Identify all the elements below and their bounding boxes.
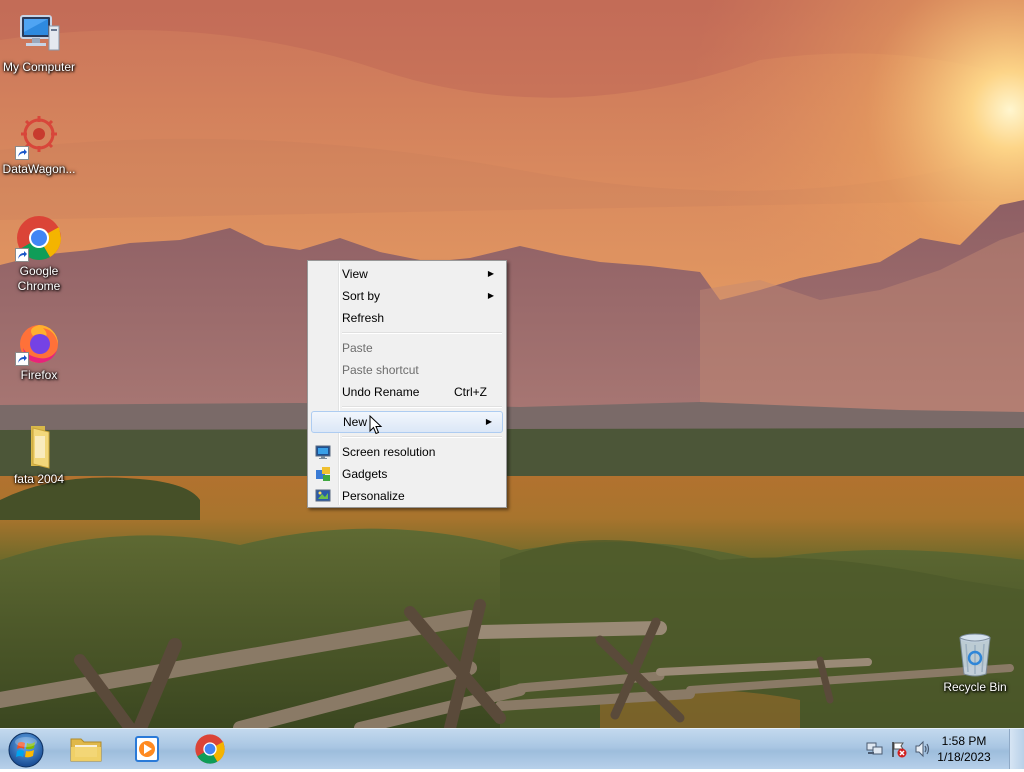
clock-date: 1/18/2023 — [937, 750, 991, 764]
taskbar-media-player-button[interactable] — [122, 730, 174, 768]
menu-separator — [342, 436, 502, 438]
desktop-icon-label: Recycle Bin — [943, 680, 1007, 694]
file-explorer-icon — [70, 738, 102, 762]
menu-item-refresh[interactable]: Refresh — [310, 307, 504, 329]
network-icon[interactable] — [866, 740, 884, 758]
action-center-flag-icon[interactable] — [890, 740, 908, 758]
taskbar: 1:58 PM 1/18/2023 — [0, 728, 1024, 769]
menu-item-undo-rename[interactable]: Undo Rename Ctrl+Z — [310, 381, 504, 403]
menu-item-label: Sort by — [342, 289, 381, 303]
menu-item-label: Personalize — [342, 489, 405, 503]
show-desktop-button[interactable] — [1009, 729, 1024, 769]
screen-resolution-icon — [315, 445, 331, 459]
recycle-bin-icon — [951, 630, 999, 678]
start-button[interactable] — [7, 731, 45, 769]
taskbar-chrome-button[interactable] — [184, 730, 236, 768]
menu-item-personalize[interactable]: Personalize — [310, 485, 504, 507]
menu-item-new[interactable]: New ▶ — [311, 411, 503, 435]
desktop-icon-label: Google Chrome — [17, 264, 61, 293]
menu-item-paste-shortcut: Paste shortcut — [310, 359, 504, 381]
menu-separator — [342, 332, 502, 334]
desktop-context-menu: View ▶ Sort by ▶ Refresh Paste Paste sho… — [307, 260, 507, 508]
menu-item-label: Undo Rename — [342, 385, 420, 399]
menu-item-shortcut: Ctrl+Z — [454, 385, 487, 399]
menu-item-paste: Paste — [310, 337, 504, 359]
desktop-icon-my-computer[interactable]: My Computer — [0, 10, 78, 75]
firefox-icon — [15, 318, 63, 366]
submenu-arrow-icon: ▶ — [487, 291, 494, 300]
chrome-icon — [195, 734, 225, 764]
desktop-icon-folder[interactable]: fata 2004 — [0, 422, 78, 487]
menu-item-label: New — [343, 415, 368, 429]
personalize-icon — [315, 489, 331, 502]
shortcut-arrow-icon — [15, 352, 29, 366]
shortcut-arrow-icon — [15, 248, 29, 262]
menu-item-label: Refresh — [342, 311, 385, 325]
shortcut-arrow-icon — [15, 146, 29, 160]
desktop-icon-recycle-bin[interactable]: Recycle Bin — [936, 630, 1014, 695]
menu-item-label: View — [342, 267, 368, 281]
menu-item-gadgets[interactable]: Gadgets — [310, 463, 504, 485]
gadgets-icon — [316, 467, 330, 481]
desktop-wallpaper — [0, 0, 1024, 728]
clock-time: 1:58 PM — [941, 734, 987, 748]
chrome-icon — [15, 214, 63, 262]
submenu-arrow-icon: ▶ — [487, 269, 494, 278]
desktop-icon-label: fata 2004 — [13, 472, 65, 486]
computer-icon — [15, 10, 63, 58]
desktop-icon-label: DataWagon... — [2, 162, 76, 176]
menu-item-label: Gadgets — [342, 467, 388, 481]
desktop-icon-label: My Computer — [2, 60, 76, 74]
menu-item-view[interactable]: View ▶ — [310, 263, 504, 285]
wallpaper-landscape-image — [0, 0, 1024, 728]
desktop-icon-firefox[interactable]: Firefox — [0, 318, 78, 383]
datawagon-icon — [15, 112, 63, 160]
taskbar-clock[interactable]: 1:58 PM 1/18/2023 — [924, 733, 1004, 765]
menu-item-label: Paste shortcut — [342, 363, 419, 377]
menu-item-label: Paste — [342, 341, 373, 355]
taskbar-file-explorer-button[interactable] — [60, 730, 112, 768]
media-player-icon — [135, 736, 159, 762]
mouse-cursor-icon — [369, 415, 383, 435]
menu-item-sort-by[interactable]: Sort by ▶ — [310, 285, 504, 307]
folder-icon — [15, 422, 63, 470]
menu-item-label: Screen resolution — [342, 445, 436, 459]
menu-item-screen-resolution[interactable]: Screen resolution — [310, 441, 504, 463]
windows-start-icon — [8, 732, 44, 768]
menu-separator — [342, 406, 502, 408]
desktop-icon-datawagon[interactable]: DataWagon... — [0, 112, 78, 177]
desktop-icon-label: Firefox — [20, 368, 58, 382]
submenu-arrow-icon: ▶ — [485, 417, 492, 426]
desktop-icon-google-chrome[interactable]: Google Chrome — [0, 214, 78, 294]
